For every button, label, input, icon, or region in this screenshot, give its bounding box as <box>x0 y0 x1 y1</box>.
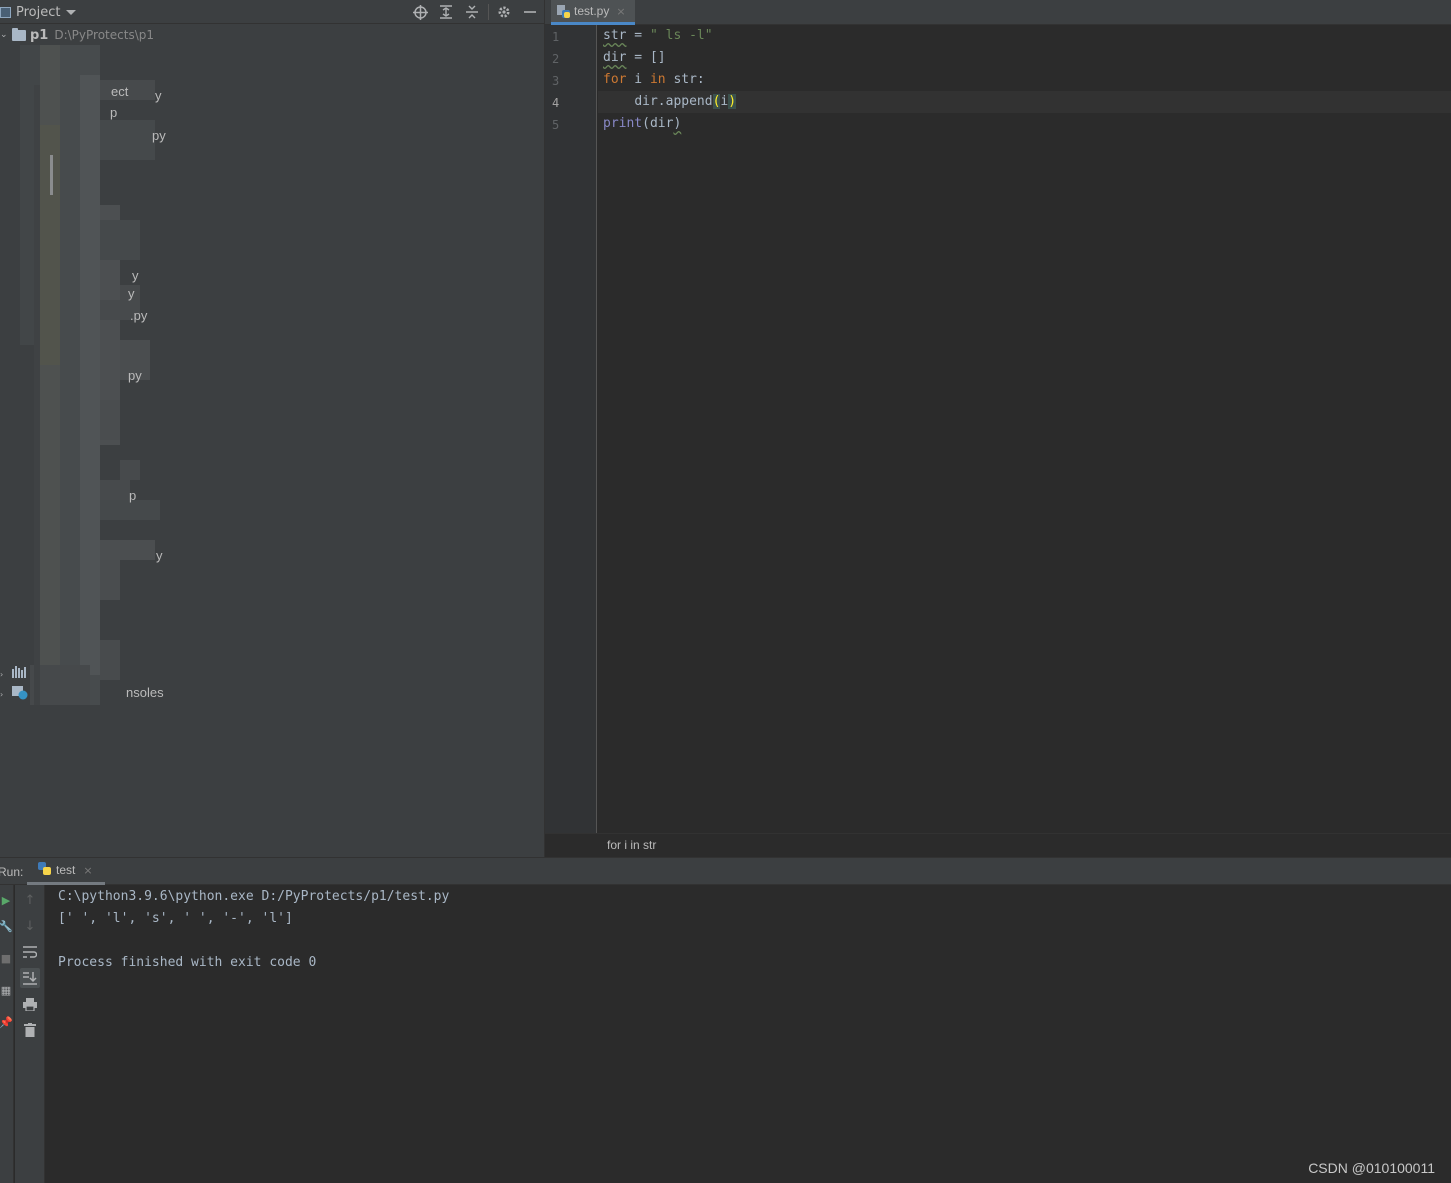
chevron-down-icon: ⌄ <box>0 30 8 40</box>
locate-file-icon[interactable] <box>411 3 429 21</box>
run-panel-header: Run: test × <box>0 858 1451 885</box>
soft-wrap-icon[interactable] <box>20 942 40 962</box>
tree-item-fragment: py <box>152 128 166 143</box>
project-tree: ⌄ p1 D:\PyProtects\p1 ect y p py y y .py… <box>0 25 544 857</box>
line-number: 5 <box>552 118 560 132</box>
run-tab-label: test <box>56 863 76 877</box>
code-token: str <box>603 28 627 43</box>
library-icon <box>12 666 28 682</box>
run-panel-label: Run: <box>0 865 24 879</box>
tree-item-fragment: y <box>156 548 163 563</box>
line-number-gutter: 1 2 3 4 5 <box>545 25 597 833</box>
editor-tab-bar: test.py × <box>545 0 1451 25</box>
chevron-right-icon: › <box>0 669 4 679</box>
code-line-1[interactable]: str = " ls -l" <box>603 28 713 43</box>
code-token: str: <box>665 72 705 87</box>
expand-all-icon[interactable] <box>437 3 455 21</box>
code-line-2[interactable]: dir = [] <box>603 50 666 65</box>
python-file-icon <box>557 4 570 18</box>
line-number: 4 <box>552 96 560 110</box>
close-icon[interactable]: × <box>616 5 625 18</box>
line-number: 1 <box>552 30 560 44</box>
tree-item-fragment: py <box>128 368 142 383</box>
code-line-3[interactable]: for i in str: <box>603 72 705 87</box>
hide-panel-icon[interactable] <box>521 3 539 21</box>
line-number: 3 <box>552 74 560 88</box>
trash-icon[interactable] <box>20 1020 40 1040</box>
tree-item-fragment: nsoles <box>126 685 164 700</box>
project-view-selector[interactable]: Project <box>0 3 77 21</box>
layout-icon[interactable]: ▦ <box>0 983 12 997</box>
line-number: 2 <box>552 52 560 66</box>
console-toolbar: ↑ ↓ <box>15 885 45 1183</box>
tree-root-item[interactable]: ⌄ p1 D:\PyProtects\p1 <box>0 25 154 45</box>
gear-icon[interactable] <box>495 3 513 21</box>
tab-label: test.py <box>574 4 610 18</box>
root-folder-name: p1 <box>30 27 49 43</box>
wrench-icon[interactable]: 🔧 <box>0 919 13 933</box>
code-token: ( <box>642 116 650 131</box>
arrow-up-icon[interactable]: ↑ <box>20 890 40 910</box>
tree-item-fragment: p <box>110 105 118 120</box>
code-token: dir <box>649 116 674 131</box>
tree-item-fragment: y <box>128 286 135 301</box>
python-run-icon <box>38 861 51 879</box>
project-panel-header: Project <box>0 0 544 24</box>
scratches-icon <box>12 684 28 704</box>
run-tab-test[interactable]: test × <box>27 858 105 885</box>
root-folder-path: D:\PyProtects\p1 <box>54 28 154 42</box>
arrow-down-icon[interactable]: ↓ <box>20 916 40 936</box>
tree-item-scratches-and-consoles[interactable]: › nsoles <box>0 684 164 704</box>
run-actions-strip: ▶ 🔧 ■ ▦ 📌 <box>0 885 14 1183</box>
code-token: print <box>603 116 643 131</box>
code-token: i <box>626 72 650 87</box>
pin-icon[interactable]: 📌 <box>0 1015 13 1029</box>
tree-item-fragment: .py <box>130 308 148 323</box>
print-icon[interactable] <box>20 994 40 1014</box>
editor-breadcrumb[interactable]: for i in str <box>545 833 1451 857</box>
chevron-down-icon <box>66 9 77 15</box>
toolbar-separator <box>488 4 489 20</box>
console-line: C:\python3.9.6\python.exe D:/PyProtects/… <box>58 889 450 904</box>
tab-test-py[interactable]: test.py × <box>551 0 635 25</box>
tree-item-fragment: y <box>155 88 162 103</box>
code-line-5[interactable]: print(dir) <box>603 116 681 131</box>
console-line: [' ', 'l', 's', ' ', '-', 'l'] <box>58 911 293 926</box>
project-panel: Project ⌄ p1 D:\PyProtects\p1 ect y p py… <box>0 0 544 857</box>
code-token: ) <box>728 94 737 109</box>
tree-item-fragment: ect <box>111 84 129 99</box>
code-editor: test.py × 1 2 3 4 5 str = " ls -l" dir =… <box>544 0 1451 857</box>
close-icon[interactable]: × <box>83 864 92 877</box>
code-token: dir <box>603 50 627 65</box>
code-token: dir.append <box>634 94 713 109</box>
code-token: ) <box>673 116 682 131</box>
code-token: = [] <box>626 50 666 65</box>
chevron-right-icon: › <box>0 689 4 699</box>
code-token: in <box>649 72 666 87</box>
scroll-to-end-icon[interactable] <box>20 968 40 988</box>
tree-item-fragment: y <box>132 268 139 283</box>
csdn-watermark: CSDN @010100011 <box>1308 1160 1435 1176</box>
collapse-all-icon[interactable] <box>463 3 481 21</box>
tree-item-fragment: p <box>129 488 137 503</box>
breadcrumb-item[interactable]: for i in str <box>607 838 656 852</box>
code-token: for <box>603 72 627 87</box>
code-token: = <box>626 28 650 43</box>
stop-icon[interactable]: ■ <box>0 951 12 965</box>
rerun-icon[interactable]: ▶ <box>0 893 12 907</box>
tree-item-external-libraries[interactable]: › <box>0 664 28 684</box>
code-token: " ls -l" <box>649 28 713 43</box>
folder-icon <box>12 27 26 41</box>
code-line-4[interactable]: dir.append(i) <box>603 94 737 109</box>
project-panel-title: Project <box>16 4 61 20</box>
project-panel-icon <box>0 6 11 18</box>
console-line: Process finished with exit code 0 <box>58 955 317 970</box>
run-tool-window: Run: test × ▶ 🔧 ■ ▦ 📌 ↑ ↓ C:\python3.9.6… <box>0 857 1451 1183</box>
